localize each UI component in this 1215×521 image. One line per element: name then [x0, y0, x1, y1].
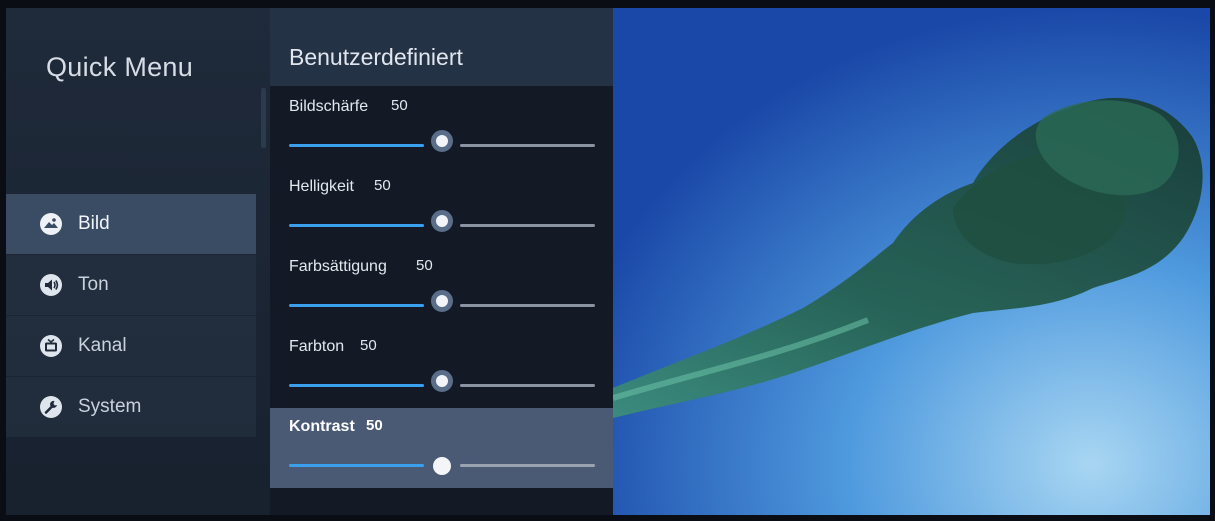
- slider-track: [460, 144, 595, 147]
- nav-item-label: Bild: [78, 213, 110, 234]
- slider-knob[interactable]: [431, 290, 453, 312]
- setting-helligkeit[interactable]: Helligkeit 50: [270, 168, 613, 248]
- nav-item-kanal[interactable]: Kanal: [6, 316, 256, 376]
- tv-screen: Quick Menu Bild Ton Kanal System Benutze…: [6, 8, 1210, 515]
- setting-value: 50: [416, 257, 433, 274]
- farbsaettigung-slider[interactable]: [289, 290, 595, 316]
- slider-fill: [289, 464, 424, 467]
- picture-mode-title[interactable]: Benutzerdefiniert: [289, 44, 463, 71]
- nav-item-bild[interactable]: Bild: [6, 194, 256, 254]
- setting-value: 50: [391, 97, 408, 114]
- kontrast-slider[interactable]: [289, 456, 595, 476]
- nav-item-label: System: [78, 396, 142, 417]
- speaker-icon: [40, 274, 62, 296]
- quick-menu-title: Quick Menu: [46, 52, 194, 82]
- picture-settings-panel: Benutzerdefiniert Bildschärfe 50 Helligk…: [261, 8, 613, 515]
- setting-label: Bildschärfe: [289, 98, 369, 115]
- slider-track: [460, 384, 595, 387]
- setting-value: 50: [360, 337, 377, 354]
- wrench-icon: [40, 396, 62, 418]
- nav-item-ton[interactable]: Ton: [6, 255, 256, 315]
- farbton-slider[interactable]: [289, 370, 595, 396]
- slider-fill: [289, 304, 424, 307]
- slider-fill: [289, 144, 424, 147]
- nav-item-system[interactable]: System: [6, 377, 256, 437]
- slider-knob[interactable]: [431, 210, 453, 232]
- setting-label: Farbton: [289, 338, 345, 355]
- nav-item-label: Ton: [78, 274, 109, 295]
- slider-knob[interactable]: [433, 457, 451, 475]
- tv-icon: [40, 335, 62, 357]
- nav-item-label: Kanal: [78, 335, 127, 356]
- quick-menu-sidebar: Quick Menu Bild Ton Kanal System: [6, 8, 270, 515]
- slider-fill: [289, 224, 424, 227]
- setting-value: 50: [366, 417, 383, 434]
- scrollbar[interactable]: [261, 88, 266, 148]
- slider-track: [460, 304, 595, 307]
- setting-bildschaerfe[interactable]: Bildschärfe 50: [270, 88, 613, 168]
- setting-label: Helligkeit: [289, 178, 354, 195]
- slider-knob[interactable]: [431, 130, 453, 152]
- picture-preview: [613, 8, 1210, 515]
- setting-label: Farbsättigung: [289, 258, 387, 275]
- slider-track: [460, 464, 595, 467]
- panel-header: Benutzerdefiniert: [270, 8, 613, 86]
- quick-menu-nav: Bild Ton Kanal System: [6, 194, 256, 438]
- helligkeit-slider[interactable]: [289, 210, 595, 236]
- setting-farbsaettigung[interactable]: Farbsättigung 50: [270, 248, 613, 328]
- slider-knob[interactable]: [431, 370, 453, 392]
- slider-track: [460, 224, 595, 227]
- smoke-cloud-image: [613, 8, 1210, 515]
- setting-farbton[interactable]: Farbton 50: [270, 328, 613, 408]
- picture-icon: [40, 213, 62, 235]
- slider-fill: [289, 384, 424, 387]
- setting-label: Kontrast: [289, 418, 355, 435]
- setting-value: 50: [374, 177, 391, 194]
- bildschaerfe-slider[interactable]: [289, 130, 595, 156]
- setting-kontrast[interactable]: Kontrast 50: [270, 408, 613, 488]
